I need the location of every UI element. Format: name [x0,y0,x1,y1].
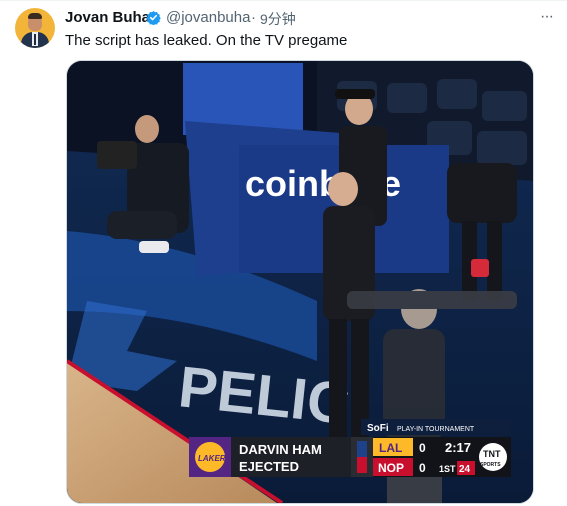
broadcaster-name: TNT [483,449,501,459]
tweet-timestamp[interactable]: 9分钟 [260,9,296,29]
broadcaster-sub: SPORTS [480,462,501,468]
team-score-nop: 0 [419,461,426,475]
top-divider [0,0,567,1]
tweet-media-photo[interactable]: PELIC coinbase SoFi PLAY-IN TOURNAMENT L… [66,60,534,504]
author-handle[interactable]: @jovanbuha [166,9,250,26]
shot-clock: 24 [459,464,471,475]
scoreboard-event: PLAY-IN TOURNAMENT [397,426,475,433]
game-clock: 2:17 [445,440,471,455]
team-score-lal: 0 [419,441,426,455]
verified-badge-icon [146,10,161,25]
game-period: 1ST [439,464,456,474]
broadcast-scene: PELIC coinbase SoFi PLAY-IN TOURNAMENT L… [67,61,533,503]
lakers-logo-text: LAKERS [198,454,232,463]
scoreboard-network: SoFi [367,423,389,434]
author-display-name[interactable]: Jovan Buha [65,9,150,26]
headline-line1: DARVIN HAM [239,442,322,457]
separator-dot: · [251,9,256,26]
headline-line2: EJECTED [239,459,299,474]
more-options-icon[interactable]: ··· [540,8,560,26]
tweet-text: The script has leaked. On the TV pregame [65,32,348,49]
avatar[interactable] [15,8,55,48]
team-abbr-nop: NOP [378,461,404,475]
team-abbr-lal: LAL [379,441,402,455]
